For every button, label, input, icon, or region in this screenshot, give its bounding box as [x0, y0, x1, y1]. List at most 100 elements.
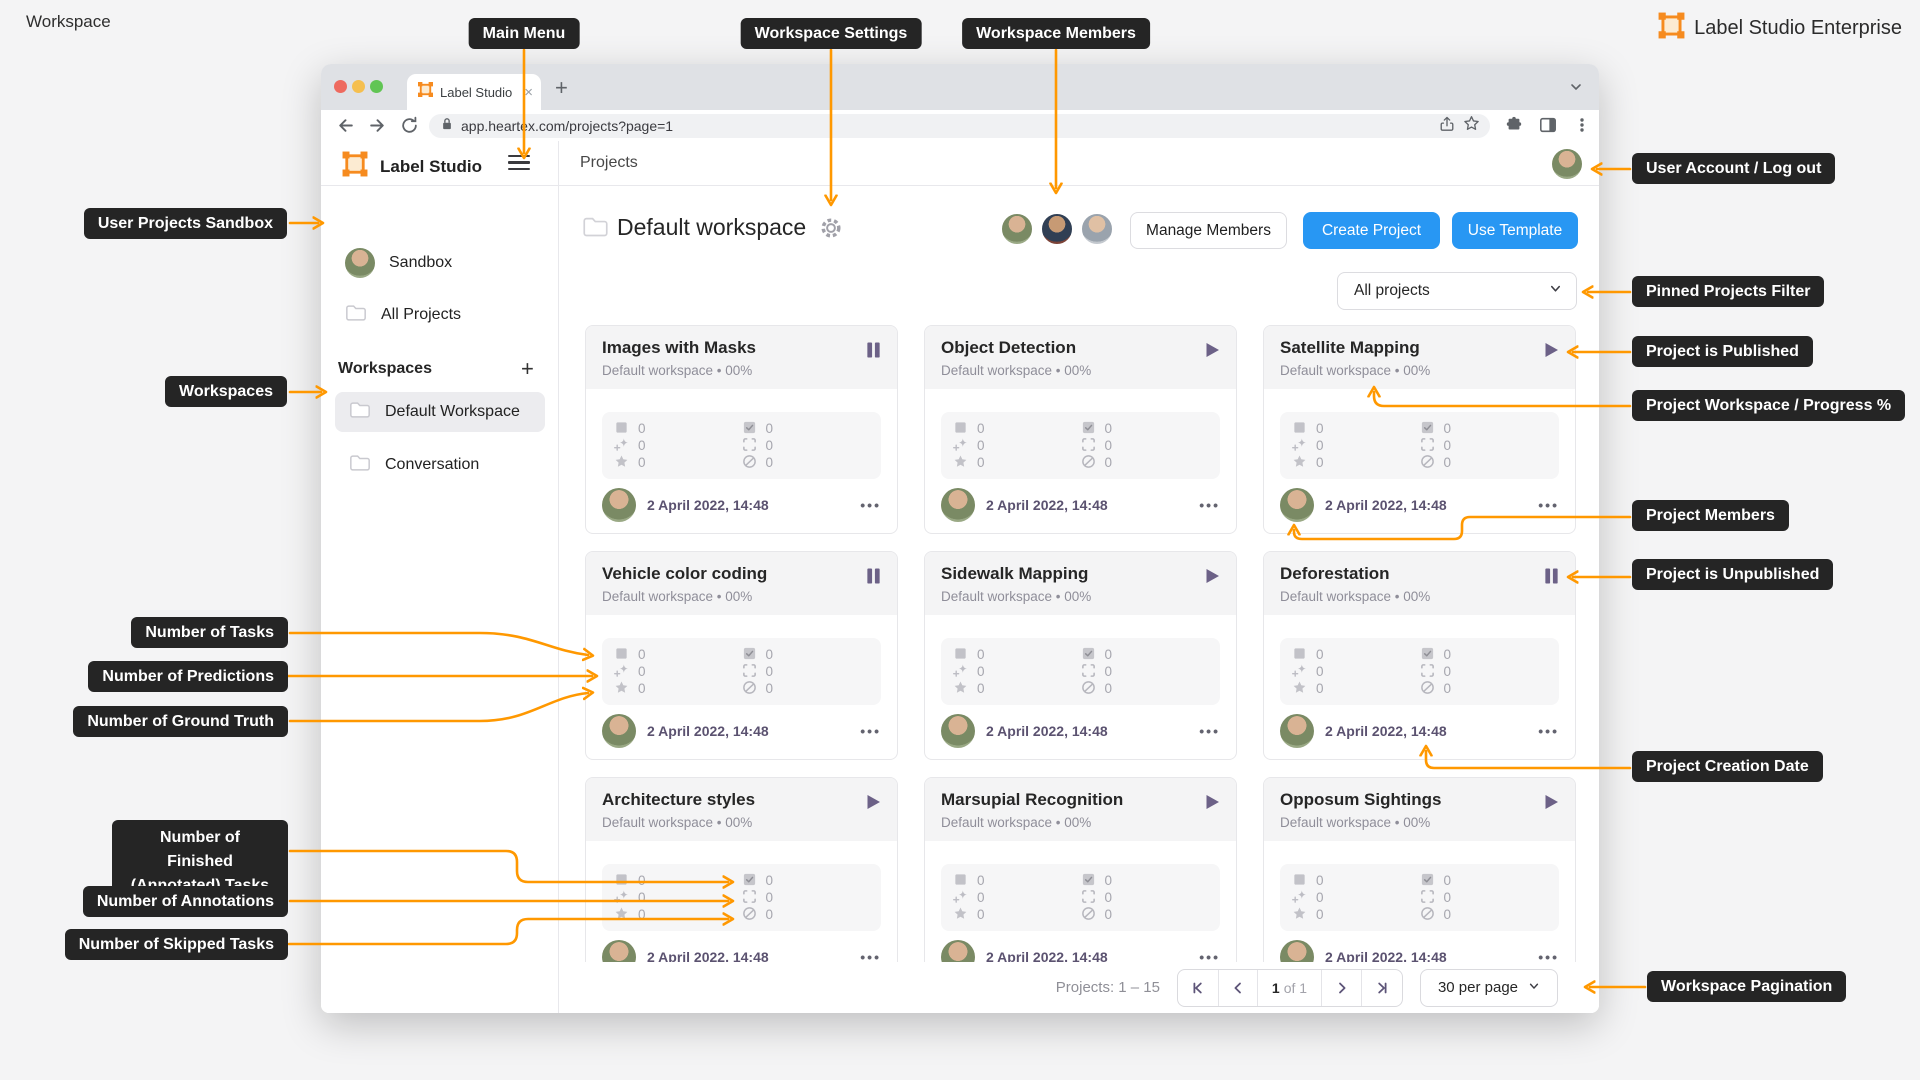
- card-menu-dots[interactable]: •••: [1199, 723, 1220, 739]
- play-icon[interactable]: [1203, 793, 1221, 816]
- per-page-dropdown[interactable]: 30 per page: [1420, 968, 1558, 1007]
- skipped-count: 0: [765, 907, 774, 922]
- finished-tasks-icon: [742, 872, 757, 890]
- maximize-window-button[interactable]: [370, 80, 383, 93]
- tasks-icon: [614, 872, 629, 890]
- member-avatar[interactable]: [1080, 212, 1114, 246]
- project-creator-avatar[interactable]: [602, 714, 636, 748]
- forward-icon[interactable]: [368, 116, 387, 140]
- project-card[interactable]: Images with Masks Default workspace • 00…: [585, 325, 898, 534]
- share-icon[interactable]: [1439, 116, 1455, 137]
- project-card[interactable]: Satellite Mapping Default workspace • 00…: [1263, 325, 1576, 534]
- prev-page-button[interactable]: [1219, 969, 1258, 1006]
- callout-workspace-pagination: Workspace Pagination: [1647, 971, 1847, 1002]
- finished-count: 0: [765, 873, 774, 888]
- callout-number-annotations: Number of Annotations: [82, 886, 288, 917]
- card-menu-dots[interactable]: •••: [1538, 723, 1559, 739]
- project-creation-date: 2 April 2022, 14:48: [1325, 949, 1447, 962]
- pause-icon[interactable]: [865, 567, 882, 590]
- workspace-members-avatars[interactable]: [1000, 212, 1114, 246]
- card-menu-dots[interactable]: •••: [860, 949, 881, 962]
- extensions-puzzle-icon[interactable]: [1505, 116, 1523, 139]
- predictions-count: 0: [1316, 438, 1324, 453]
- project-card-header: Images with Masks Default workspace • 00…: [586, 326, 897, 389]
- sidebar-item-conversation[interactable]: Conversation: [335, 445, 545, 485]
- page-of-label: of 1: [1283, 979, 1308, 996]
- use-template-button[interactable]: Use Template: [1452, 212, 1578, 249]
- label-studio-logo-icon: [1658, 12, 1685, 44]
- create-project-button[interactable]: Create Project: [1303, 212, 1440, 249]
- bookmark-star-icon[interactable]: [1463, 115, 1480, 137]
- predictions-icon: [1292, 889, 1307, 907]
- close-window-button[interactable]: [334, 80, 347, 93]
- project-creator-avatar[interactable]: [941, 940, 975, 962]
- predictions-count: 0: [977, 664, 985, 679]
- sidebar-item-all-projects[interactable]: All Projects: [321, 300, 558, 330]
- project-card-header: Deforestation Default workspace • 00%: [1264, 552, 1575, 615]
- back-icon[interactable]: [336, 116, 355, 140]
- project-card[interactable]: Architecture styles Default workspace • …: [585, 777, 898, 962]
- sidebar-item-sandbox[interactable]: Sandbox: [321, 248, 558, 278]
- first-page-button[interactable]: [1178, 969, 1219, 1006]
- project-card[interactable]: Marsupial Recognition Default workspace …: [924, 777, 1237, 962]
- play-icon[interactable]: [1203, 567, 1221, 590]
- play-icon[interactable]: [1542, 793, 1560, 816]
- next-page-button[interactable]: [1322, 969, 1362, 1006]
- callout-project-published: Project is Published: [1632, 336, 1813, 367]
- project-title: Vehicle color coding: [602, 564, 768, 583]
- last-page-button[interactable]: [1362, 970, 1402, 1006]
- play-icon[interactable]: [1203, 341, 1221, 364]
- tasks-count: 0: [1316, 421, 1324, 436]
- new-tab-button[interactable]: +: [555, 75, 568, 101]
- browser-tab[interactable]: Label Studio ×: [407, 74, 541, 110]
- sidebar-divider: [558, 141, 559, 1013]
- predictions-icon: [614, 437, 629, 455]
- add-workspace-button[interactable]: +: [521, 356, 534, 382]
- ground-truth-count: 0: [1316, 907, 1324, 922]
- pinned-projects-filter-dropdown[interactable]: All projects: [1337, 272, 1577, 310]
- project-title: Opposum Sightings: [1280, 790, 1442, 809]
- play-icon[interactable]: [864, 793, 882, 816]
- finished-count: 0: [1104, 421, 1113, 436]
- card-menu-dots[interactable]: •••: [860, 497, 881, 513]
- project-creator-avatar[interactable]: [1280, 488, 1314, 522]
- member-avatar[interactable]: [1040, 212, 1074, 246]
- play-icon[interactable]: [1542, 341, 1560, 364]
- project-card[interactable]: Deforestation Default workspace • 00% 0 …: [1263, 551, 1576, 760]
- project-card[interactable]: Vehicle color coding Default workspace •…: [585, 551, 898, 760]
- tasks-icon: [953, 646, 968, 664]
- project-title: Object Detection: [941, 338, 1077, 357]
- card-menu-dots[interactable]: •••: [1199, 949, 1220, 962]
- tab-search-chevron-icon[interactable]: [1569, 80, 1583, 99]
- sidebar-item-default-workspace[interactable]: Default Workspace: [335, 392, 545, 432]
- project-creator-avatar[interactable]: [941, 488, 975, 522]
- skipped-count: 0: [765, 681, 774, 696]
- card-menu-dots[interactable]: •••: [1538, 949, 1559, 962]
- card-menu-dots[interactable]: •••: [860, 723, 881, 739]
- member-avatar[interactable]: [1000, 212, 1034, 246]
- project-creator-avatar[interactable]: [941, 714, 975, 748]
- reload-icon[interactable]: [400, 116, 419, 140]
- project-card[interactable]: Object Detection Default workspace • 00%…: [924, 325, 1237, 534]
- project-card[interactable]: Sidewalk Mapping Default workspace • 00%…: [924, 551, 1237, 760]
- annotations-icon: [742, 663, 757, 681]
- main-menu-hamburger-icon[interactable]: [508, 155, 530, 171]
- minimize-window-button[interactable]: [352, 80, 365, 93]
- workspace-settings-gear-icon[interactable]: [818, 215, 844, 246]
- list-footer: Projects: 1 – 15 1 of 1 30 per page: [559, 962, 1599, 1013]
- pause-icon[interactable]: [1543, 567, 1560, 590]
- project-creator-avatar[interactable]: [1280, 940, 1314, 962]
- project-creator-avatar[interactable]: [602, 488, 636, 522]
- manage-members-button[interactable]: Manage Members: [1130, 212, 1287, 249]
- user-account-avatar[interactable]: [1552, 149, 1582, 179]
- tab-close-icon[interactable]: ×: [524, 85, 533, 100]
- browser-menu-dots-icon[interactable]: [1574, 116, 1590, 139]
- card-menu-dots[interactable]: •••: [1538, 497, 1559, 513]
- card-menu-dots[interactable]: •••: [1199, 497, 1220, 513]
- project-creator-avatar[interactable]: [602, 940, 636, 962]
- pause-icon[interactable]: [865, 341, 882, 364]
- project-creator-avatar[interactable]: [1280, 714, 1314, 748]
- url-bar[interactable]: app.heartex.com/projects?page=1: [429, 114, 1490, 138]
- project-card[interactable]: Opposum Sightings Default workspace • 00…: [1263, 777, 1576, 962]
- side-panel-icon[interactable]: [1539, 116, 1557, 139]
